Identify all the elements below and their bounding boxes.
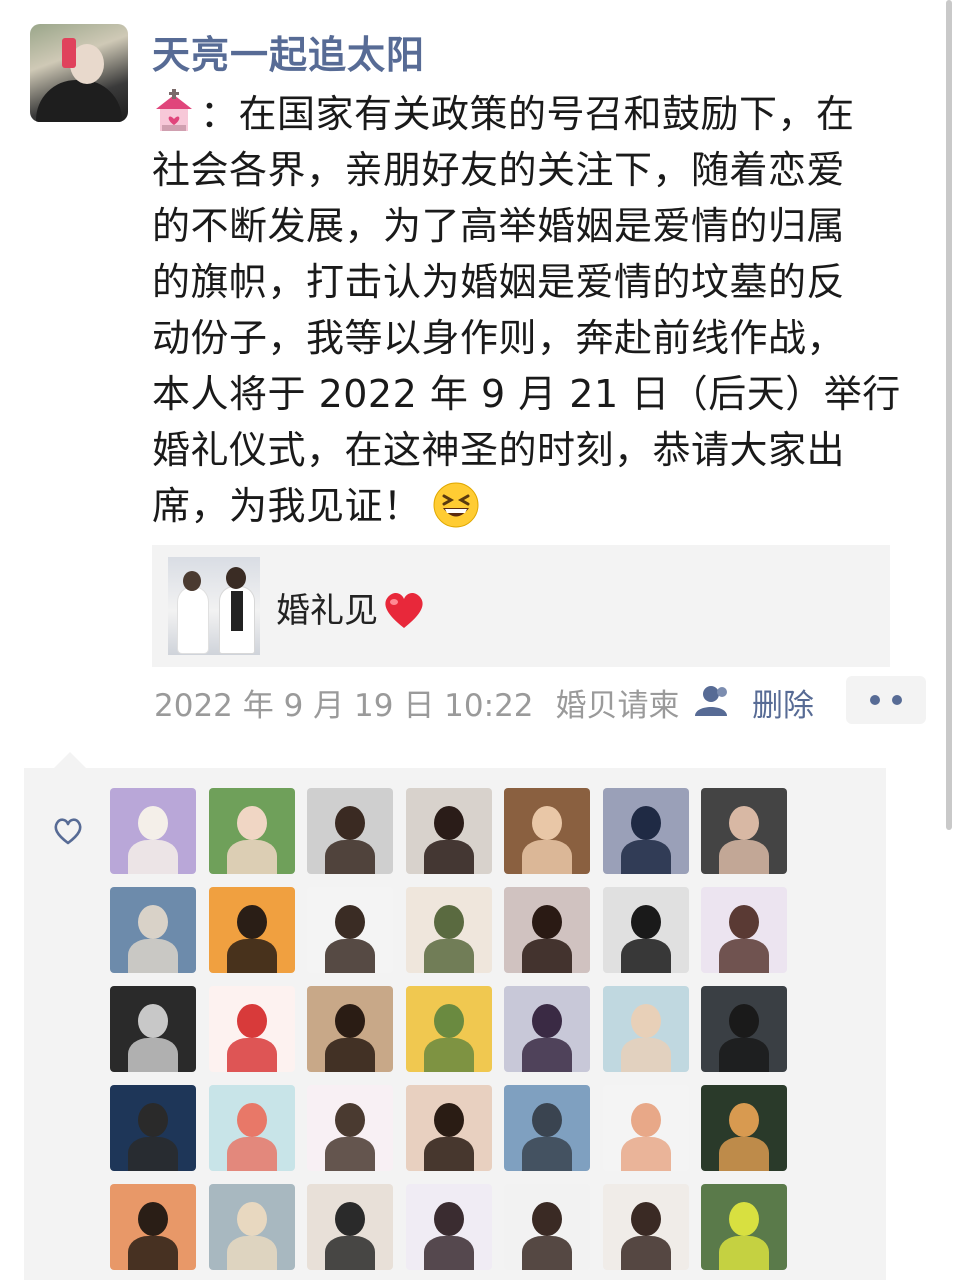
liker-avatar[interactable]	[110, 1085, 196, 1171]
liker-avatar[interactable]	[701, 986, 787, 1072]
link-card[interactable]: 婚礼见	[152, 545, 890, 667]
liker-avatar[interactable]	[701, 1184, 787, 1270]
liker-avatar[interactable]	[208, 1184, 295, 1270]
liker-avatar[interactable]	[208, 887, 295, 973]
post-line-5: 动份子，我等以身作则，奔赴前线作战，	[152, 316, 846, 360]
post-source[interactable]: 婚贝请柬	[556, 688, 680, 724]
more-button[interactable]	[846, 676, 926, 724]
post-line-8: 席，为我见证！	[152, 478, 942, 534]
post-line-8-text: 席，为我见证！	[152, 484, 422, 528]
post-line-4: 的旗帜，打击认为婚姻是爱情的坟墓的反	[152, 260, 846, 304]
liker-avatar[interactable]	[208, 986, 295, 1072]
liker-avatar[interactable]	[405, 887, 492, 973]
liker-avatar[interactable]	[405, 1184, 492, 1270]
liker-avatar[interactable]	[602, 1085, 689, 1171]
post-line-2: 社会各界，亲朋好友的关注下，随着恋爱	[152, 148, 846, 192]
grinning-squinting-face-emoji-icon	[433, 482, 479, 528]
post-meta: 2022 年 9 月 19 日 10:22 婚贝请柬	[154, 680, 702, 725]
post-line-6: 本人将于 2022 年 9 月 21 日（后天）举行	[152, 372, 901, 416]
liker-avatar[interactable]	[307, 1184, 393, 1270]
liker-avatar[interactable]	[110, 788, 196, 874]
liker-avatar[interactable]	[307, 887, 393, 973]
poster-avatar[interactable]	[30, 24, 128, 122]
liker-avatar[interactable]	[405, 788, 492, 874]
liker-avatar[interactable]	[602, 1184, 689, 1270]
liker-avatar[interactable]	[701, 788, 787, 874]
liker-avatar[interactable]	[504, 986, 590, 1072]
liker-avatar[interactable]	[307, 788, 393, 874]
likes-panel-arrow	[54, 752, 86, 768]
liker-avatar[interactable]	[208, 1085, 295, 1171]
liker-avatar[interactable]	[602, 788, 689, 874]
post-line-1: ：在国家有关政策的号召和鼓励下，在	[152, 86, 942, 142]
liker-avatar[interactable]	[110, 986, 196, 1072]
post-line-1-text: ：在国家有关政策的号召和鼓励下，在	[200, 92, 855, 136]
wedding-photo-thumbnail	[168, 557, 260, 655]
post-text: ：在国家有关政策的号召和鼓励下，在 社会各界，亲朋好友的关注下，随着恋爱 的不断…	[152, 86, 942, 534]
liker-avatar[interactable]	[701, 887, 787, 973]
liker-avatar[interactable]	[701, 1085, 787, 1171]
post-line-7: 婚礼仪式，在这神圣的时刻，恭请大家出	[152, 428, 846, 472]
liker-avatar[interactable]	[504, 788, 590, 874]
heart-outline-icon	[54, 818, 82, 845]
liker-avatar[interactable]	[405, 986, 492, 1072]
liker-avatar[interactable]	[504, 887, 590, 973]
poster-name[interactable]: 天亮一起追太阳	[152, 24, 425, 79]
liker-avatar[interactable]	[602, 887, 689, 973]
liker-avatar[interactable]	[602, 986, 689, 1072]
liker-avatar[interactable]	[110, 887, 196, 973]
liker-avatar[interactable]	[405, 1085, 492, 1171]
post-line-3: 的不断发展，为了高举婚姻是爱情的归属	[152, 204, 846, 248]
wedding-chapel-emoji-icon	[156, 89, 192, 131]
liker-avatar[interactable]	[307, 1085, 393, 1171]
liker-avatar[interactable]	[504, 1085, 590, 1171]
liker-avatar[interactable]	[307, 986, 393, 1072]
liker-avatar[interactable]	[504, 1184, 590, 1270]
scrollbar[interactable]	[946, 0, 952, 830]
red-heart-emoji-icon	[385, 592, 423, 628]
post-timestamp: 2022 年 9 月 19 日 10:22	[154, 688, 534, 724]
link-title-text: 婚礼见	[276, 591, 378, 631]
liker-avatar[interactable]	[208, 788, 295, 874]
delete-button[interactable]: 删除	[752, 680, 814, 725]
liker-avatar[interactable]	[110, 1184, 196, 1270]
link-title: 婚礼见	[276, 583, 426, 632]
more-dots-icon	[870, 695, 880, 705]
person-icon[interactable]	[692, 684, 730, 718]
